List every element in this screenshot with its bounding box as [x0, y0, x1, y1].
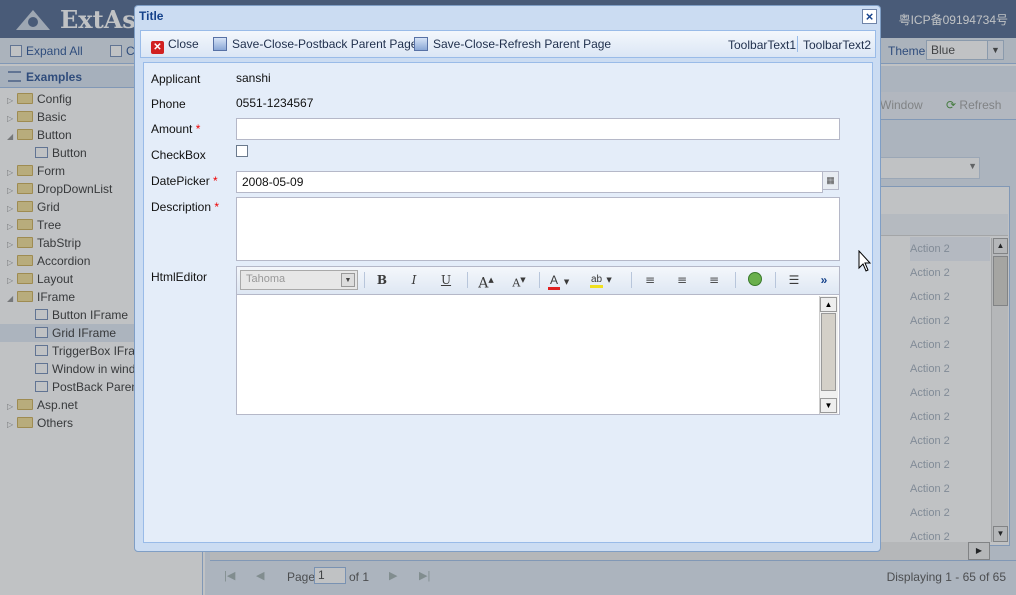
- datepicker-label: DatePicker *: [151, 174, 218, 188]
- required-mark: *: [213, 174, 218, 188]
- amount-input[interactable]: [236, 118, 840, 140]
- shrink-font-icon: ▼: [520, 276, 526, 284]
- toolbar-separator: [631, 272, 632, 288]
- italic-button[interactable]: I: [404, 271, 424, 289]
- toolbar-text-1: ToolbarText1: [728, 38, 797, 52]
- more-tools-button[interactable]: »: [814, 271, 834, 289]
- close-button-label: Close: [168, 37, 199, 51]
- toolbar-separator: [775, 272, 776, 288]
- close-red-icon: ✕: [151, 41, 164, 54]
- toolbar-text-2: ToolbarText2: [803, 38, 872, 52]
- align-left-icon[interactable]: ≡: [640, 271, 660, 289]
- highlight-button[interactable]: ab ▼: [590, 271, 624, 289]
- phone-value: 0551-1234567: [236, 96, 314, 110]
- editor-scroll-thumb[interactable]: [821, 313, 836, 391]
- highlight-label: ab: [590, 274, 604, 288]
- amount-label-text: Amount: [151, 122, 193, 136]
- phone-label: Phone: [151, 97, 186, 111]
- applicant-value: sanshi: [236, 71, 271, 85]
- close-icon[interactable]: ×: [862, 9, 877, 24]
- grow-font-label: A: [478, 275, 489, 292]
- toolbar-separator: [364, 272, 365, 288]
- toolbar-separator: [797, 36, 798, 52]
- scroll-up-arrow-icon[interactable]: ▲: [820, 297, 837, 312]
- description-textarea[interactable]: [236, 197, 840, 261]
- chevron-down-icon: ▼: [606, 276, 612, 284]
- datepicker-label-text: DatePicker: [151, 174, 210, 188]
- underline-button[interactable]: U: [436, 271, 456, 289]
- applicant-label: Applicant: [151, 72, 201, 86]
- save-close-postback-label: Save-Close-Postback Parent Page: [232, 37, 418, 51]
- toolbar-separator: [467, 272, 468, 288]
- chevron-down-icon: ▼: [563, 278, 570, 286]
- save-close-refresh-button[interactable]: Save-Close-Refresh Parent Page: [414, 37, 611, 51]
- required-mark: *: [195, 122, 201, 136]
- window-title: Title: [139, 9, 164, 23]
- grow-font-button[interactable]: A▲: [476, 271, 496, 292]
- amount-label: Amount *: [151, 122, 200, 136]
- description-label: Description *: [151, 200, 219, 214]
- link-icon[interactable]: [745, 271, 765, 289]
- toolbar-separator: [539, 272, 540, 288]
- font-select-value: Tahoma: [246, 273, 286, 285]
- align-right-icon[interactable]: ≡: [704, 271, 724, 289]
- ordered-list-icon[interactable]: ☰: [784, 271, 804, 289]
- align-center-icon[interactable]: ≡: [672, 271, 692, 289]
- scroll-down-arrow-icon[interactable]: ▼: [820, 398, 837, 413]
- checkbox[interactable]: [236, 145, 248, 157]
- save-icon: [414, 37, 428, 51]
- mouse-cursor-icon: [858, 250, 872, 272]
- close-button[interactable]: ✕ Close: [151, 37, 199, 54]
- save-close-refresh-label: Save-Close-Refresh Parent Page: [433, 37, 612, 51]
- datepicker-input[interactable]: [236, 171, 823, 193]
- htmleditor-label: HtmlEditor: [151, 270, 208, 284]
- font-color-label: A: [548, 273, 561, 290]
- toolbar-separator: [735, 272, 736, 288]
- save-close-postback-button[interactable]: Save-Close-Postback Parent Page: [213, 37, 417, 51]
- bold-button[interactable]: B: [372, 271, 392, 289]
- font-select[interactable]: Tahoma ▼: [240, 270, 358, 290]
- link-globe-icon: [748, 272, 762, 286]
- chevron-down-icon: ▼: [341, 273, 355, 287]
- font-color-button[interactable]: A ▼: [548, 271, 580, 290]
- checkbox-label: CheckBox: [151, 148, 206, 162]
- calendar-icon[interactable]: ▦: [822, 171, 839, 190]
- shrink-font-button[interactable]: A▼: [509, 271, 529, 290]
- description-label-text: Description: [151, 200, 212, 214]
- grow-font-icon: ▲: [488, 276, 494, 284]
- required-mark: *: [214, 200, 220, 214]
- save-icon: [213, 37, 227, 51]
